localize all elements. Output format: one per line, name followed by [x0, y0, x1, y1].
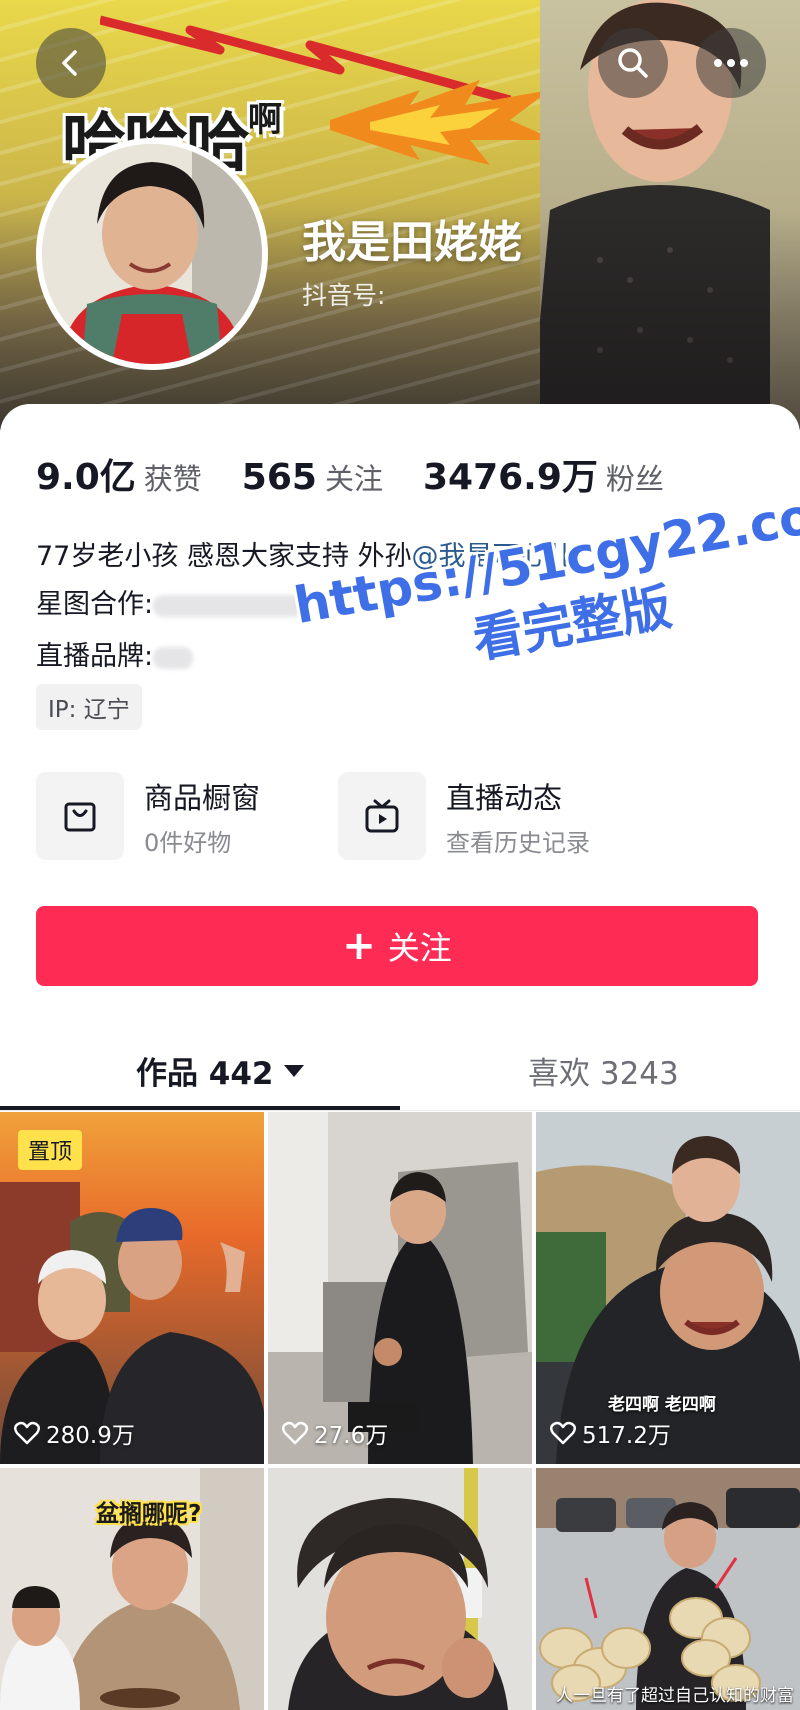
video-like-count-value: 280.9万: [46, 1423, 135, 1449]
pinned-badge: 置顶: [18, 1130, 83, 1170]
heart-outline-icon: [14, 1421, 40, 1445]
video-tile[interactable]: 置顶 280.9万: [0, 1112, 264, 1464]
stat-followers[interactable]: 3476.9万 粉丝: [423, 448, 664, 500]
stat-following[interactable]: 565 关注: [242, 456, 383, 498]
video-tile[interactable]: 人一旦有了超过自己认知的财富: [536, 1468, 800, 1710]
feature-text: 直播动态 查看历史记录: [446, 775, 590, 858]
video-caption: 盆搁哪呢?: [96, 1501, 202, 1527]
video-tile[interactable]: [268, 1468, 532, 1710]
bio-line-3-text: 直播品牌:: [36, 641, 154, 672]
product-showcase-subtitle: 0件好物: [144, 828, 232, 857]
feature-icon-box: [36, 772, 124, 860]
live-history-subtitle: 查看历史记录: [446, 828, 590, 857]
tab-works-label: 作品 442: [136, 1056, 274, 1092]
video-like-count-value: 27.6万: [314, 1423, 389, 1449]
profile-header-banner: 哈哈哈啊: [0, 0, 800, 430]
content-tabs: 作品 442 喜欢 3243: [0, 1040, 800, 1112]
stat-following-value: 565: [241, 457, 317, 498]
stat-likes-label: 获赞: [143, 462, 202, 496]
product-showcase-title: 商品橱窗: [144, 780, 261, 815]
follow-button-label: 关注: [387, 929, 452, 967]
video-grid: 置顶 280.9万 27.6万 老四啊 老四啊 517.2万 盆搁哪呢? 人一旦…: [0, 1112, 800, 1710]
bio-line-3: 直播品牌:: [36, 634, 194, 673]
avatar-photo: [42, 144, 262, 364]
blurred-brand: [153, 646, 194, 669]
avatar[interactable]: [36, 138, 268, 370]
video-thumbnail: [536, 1468, 800, 1710]
bio-line-2-text: 星图合作:: [36, 589, 154, 620]
heart-outline-icon: [282, 1421, 308, 1445]
heart-outline-icon: [550, 1421, 576, 1445]
stat-following-label: 关注: [324, 462, 383, 496]
stat-likes: 9.0亿 获赞: [36, 448, 202, 500]
video-thumbnail: [268, 1112, 532, 1464]
video-subtitle: 人一旦有了超过自己认知的财富: [556, 1686, 794, 1706]
tab-likes[interactable]: 喜欢 3243: [528, 1048, 679, 1093]
feature-icon-box: [338, 772, 426, 860]
bio-line-2: 星图合作:: [36, 582, 304, 621]
stat-followers-value: 3476.9万: [422, 457, 598, 498]
stat-likes-value: 9.0亿: [36, 457, 136, 498]
ip-location-tag: IP: 辽宁: [36, 684, 142, 730]
video-like-count: 517.2万: [550, 1416, 671, 1450]
blurred-contact: [153, 594, 304, 617]
live-history-entry[interactable]: 直播动态 查看历史记录: [338, 772, 590, 860]
video-like-count: 27.6万: [282, 1416, 388, 1450]
caret-down-icon[interactable]: [283, 1064, 304, 1077]
video-caption: 老四啊 老四啊: [608, 1395, 716, 1415]
profile-nickname: 我是田姥姥: [302, 217, 522, 268]
feature-text: 商品橱窗 0件好物: [144, 775, 260, 858]
more-options-button[interactable]: [696, 28, 766, 98]
live-history-title: 直播动态: [446, 780, 563, 815]
video-tile[interactable]: 老四啊 老四啊 517.2万: [536, 1112, 800, 1464]
back-button[interactable]: [36, 28, 106, 98]
profile-stats: 9.0亿 获赞 565 关注 3476.9万 粉丝: [36, 448, 704, 500]
search-button[interactable]: [598, 28, 668, 98]
plus-icon: +: [342, 923, 376, 969]
tab-works[interactable]: 作品 442: [136, 1048, 304, 1093]
video-tile[interactable]: 盆搁哪呢?: [0, 1468, 264, 1710]
stat-followers-label: 粉丝: [605, 462, 664, 496]
chevron-left-icon: [62, 50, 77, 76]
flame-decoration: [330, 80, 555, 165]
follow-button[interactable]: + 关注: [36, 906, 758, 986]
tab-likes-label: 喜欢 3243: [528, 1056, 679, 1092]
video-like-count-value: 517.2万: [582, 1423, 671, 1449]
douyin-id[interactable]: 抖音号:: [302, 276, 385, 312]
tabs-divider: [0, 1110, 800, 1111]
search-icon: [618, 48, 648, 78]
video-thumbnail: [268, 1468, 532, 1710]
tv-icon: [365, 799, 399, 833]
video-tile[interactable]: 27.6万: [268, 1112, 532, 1464]
product-showcase-entry[interactable]: 商品橱窗 0件好物: [36, 772, 260, 860]
video-like-count: 280.9万: [14, 1416, 135, 1450]
shopping-bag-icon: [64, 802, 96, 832]
more-dots-icon: [714, 59, 748, 67]
